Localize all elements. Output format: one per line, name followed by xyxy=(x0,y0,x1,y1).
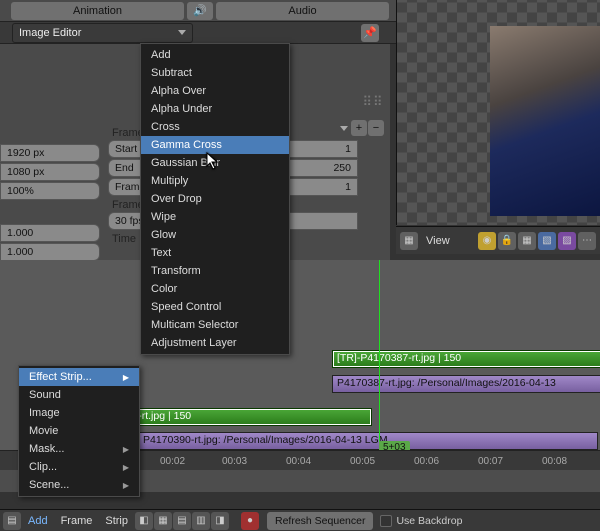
ruler-tick: 00:07 xyxy=(478,456,503,467)
menu-item-sound[interactable]: Sound xyxy=(19,386,139,404)
effect-subtract[interactable]: Subtract xyxy=(141,64,289,82)
playhead[interactable] xyxy=(379,260,380,448)
panel-grip-icon[interactable]: ⠿⠿ xyxy=(362,94,384,104)
menu-item-scene[interactable]: Scene...▶ xyxy=(19,476,139,494)
ruler-tick: 00:03 xyxy=(222,456,247,467)
pin-icon[interactable]: 📌 xyxy=(361,24,379,42)
mode-icon-2[interactable]: ▦ xyxy=(154,512,172,530)
effect-text[interactable]: Text xyxy=(141,244,289,262)
effect-transform[interactable]: Transform xyxy=(141,262,289,280)
preview-toolbar: ▦ View ◉ 🔒 ▦ ▧ ▨ ⋯ xyxy=(396,226,600,254)
menu-strip[interactable]: Strip xyxy=(99,515,134,527)
ruler-tick: 00:06 xyxy=(414,456,439,467)
menu-item-clip[interactable]: Clip...▶ xyxy=(19,458,139,476)
tab-audio[interactable]: Audio xyxy=(216,2,389,20)
sequencer-header: ▤ Add Frame Strip ◧ ▦ ▤ ▥ ◨ ● Refresh Se… xyxy=(0,509,600,531)
strip-transition-1[interactable]: [TR]-P4170387-rt.jpg | 150 xyxy=(332,350,600,368)
lock-icon[interactable]: 🔒 xyxy=(498,232,516,250)
menu-item-movie[interactable]: Movie xyxy=(19,422,139,440)
editor-type-icon[interactable]: ▦ xyxy=(400,232,418,250)
effect-adjustment-layer[interactable]: Adjustment Layer xyxy=(141,334,289,352)
editor-selector-icon[interactable]: ▤ xyxy=(3,512,21,530)
strip-image-2[interactable]: P4170390-rt.jpg: /Personal/Images/2016-0… xyxy=(138,432,598,450)
effect-multicam-selector[interactable]: Multicam Selector xyxy=(141,316,289,334)
tab-animation[interactable]: Animation xyxy=(11,2,184,20)
effect-glow[interactable]: Glow xyxy=(141,226,289,244)
effect-alpha-under[interactable]: Alpha Under xyxy=(141,100,289,118)
shading-icon[interactable]: ▨ xyxy=(558,232,576,250)
record-icon[interactable]: ● xyxy=(241,512,259,530)
grid-icon[interactable]: ▦ xyxy=(518,232,536,250)
menu-item-image[interactable]: Image xyxy=(19,404,139,422)
mode-icon-3[interactable]: ▤ xyxy=(173,512,191,530)
mode-icon-1[interactable]: ◧ xyxy=(135,512,153,530)
use-backdrop-checkbox[interactable]: Use Backdrop xyxy=(380,515,462,527)
overlay-icon[interactable]: ▧ xyxy=(538,232,556,250)
more-icon[interactable]: ⋯ xyxy=(578,232,596,250)
refresh-sequencer-button[interactable]: Refresh Sequencer xyxy=(267,512,373,530)
ruler-tick: 00:02 xyxy=(160,456,185,467)
view-menu[interactable]: View xyxy=(420,235,456,247)
effect-color[interactable]: Color xyxy=(141,280,289,298)
menu-item-mask[interactable]: Mask...▶ xyxy=(19,440,139,458)
resolution-x-field[interactable]: 1920 px xyxy=(0,144,100,162)
editor-type-selector[interactable]: Image Editor xyxy=(12,23,193,43)
speaker-icon[interactable]: 🔊 xyxy=(187,2,213,20)
mouse-cursor-icon xyxy=(206,152,220,170)
strip-image-1[interactable]: P4170387-rt.jpg: /Personal/Images/2016-0… xyxy=(332,375,600,393)
preset-remove-button[interactable]: − xyxy=(368,120,384,136)
chevron-down-icon xyxy=(178,30,186,35)
aspect-x-field[interactable]: 1.000 xyxy=(0,224,100,242)
mode-icon-4[interactable]: ▥ xyxy=(192,512,210,530)
ruler-tick: 00:05 xyxy=(350,456,375,467)
resolution-column: 1920 px 1080 px 100% xyxy=(0,144,100,201)
mode-icon-5[interactable]: ◨ xyxy=(211,512,229,530)
effect-wipe[interactable]: Wipe xyxy=(141,208,289,226)
render-icon[interactable]: ◉ xyxy=(478,232,496,250)
resolution-scale-field[interactable]: 100% xyxy=(0,182,100,200)
ruler-tick: 00:04 xyxy=(286,456,311,467)
add-menu: Effect Strip...▶ Sound Image Movie Mask.… xyxy=(18,365,140,497)
editor-type-label: Image Editor xyxy=(19,27,81,39)
menu-item-effect-strip[interactable]: Effect Strip...▶ xyxy=(19,368,139,386)
effect-over-drop[interactable]: Over Drop xyxy=(141,190,289,208)
effect-strip-menu: Add Subtract Alpha Over Alpha Under Cros… xyxy=(140,43,290,355)
ruler-tick: 00:08 xyxy=(542,456,567,467)
effect-cross[interactable]: Cross xyxy=(141,118,289,136)
menu-frame[interactable]: Frame xyxy=(55,515,99,527)
effect-multiply[interactable]: Multiply xyxy=(141,172,289,190)
effect-add[interactable]: Add xyxy=(141,46,289,64)
effect-alpha-over[interactable]: Alpha Over xyxy=(141,82,289,100)
resolution-y-field[interactable]: 1080 px xyxy=(0,163,100,181)
preview-image xyxy=(490,26,600,216)
menu-add[interactable]: Add xyxy=(22,515,54,527)
use-backdrop-label: Use Backdrop xyxy=(396,515,462,527)
preview-viewport[interactable] xyxy=(396,0,600,225)
effect-speed-control[interactable]: Speed Control xyxy=(141,298,289,316)
aspect-column: 1.000 1.000 xyxy=(0,224,100,262)
checkbox-icon xyxy=(380,515,392,527)
aspect-y-field[interactable]: 1.000 xyxy=(0,243,100,261)
